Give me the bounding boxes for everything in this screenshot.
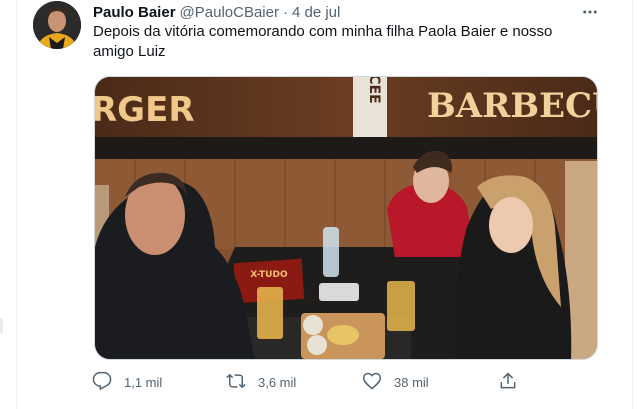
like-count: 38 mil — [394, 374, 429, 390]
tweet-text: Depois da vitória comemorando com minha … — [93, 23, 553, 60]
tweet-header: Paulo Baier @PauloCBaier · 4 de jul — [93, 2, 340, 22]
heart-icon — [362, 371, 382, 394]
sign-right: BARBECUE — [427, 86, 598, 126]
more-horizontal-icon[interactable] — [578, 0, 602, 24]
tweet-date[interactable]: 4 de jul — [292, 4, 340, 21]
sign-left: RGER — [95, 90, 195, 130]
avatar[interactable] — [33, 1, 81, 49]
sign-middle: CEE — [366, 77, 382, 104]
tweet-photo[interactable]: CEE RGER BARBECUE X-TUDO — [94, 76, 598, 360]
tweet-actions: 1,1 mil 3,6 mil 38 mil — [92, 370, 522, 394]
share-button[interactable] — [498, 370, 518, 394]
retweet-icon — [226, 371, 246, 394]
retweet-button[interactable]: 3,6 mil — [226, 370, 296, 394]
retweet-count: 3,6 mil — [258, 374, 297, 390]
left-edge — [0, 0, 16, 409]
like-button[interactable]: 38 mil — [362, 370, 429, 394]
reply-count: 1,1 mil — [124, 374, 163, 390]
reply-icon — [92, 371, 112, 394]
share-icon — [498, 371, 518, 394]
scroll-indicator — [0, 318, 3, 334]
author-name[interactable]: Paulo Baier — [93, 4, 176, 21]
menu-text: X-TUDO — [250, 270, 288, 280]
separator-dot: · — [282, 3, 288, 21]
reply-button[interactable]: 1,1 mil — [92, 370, 162, 394]
author-handle[interactable]: @PauloCBaier — [180, 4, 279, 21]
